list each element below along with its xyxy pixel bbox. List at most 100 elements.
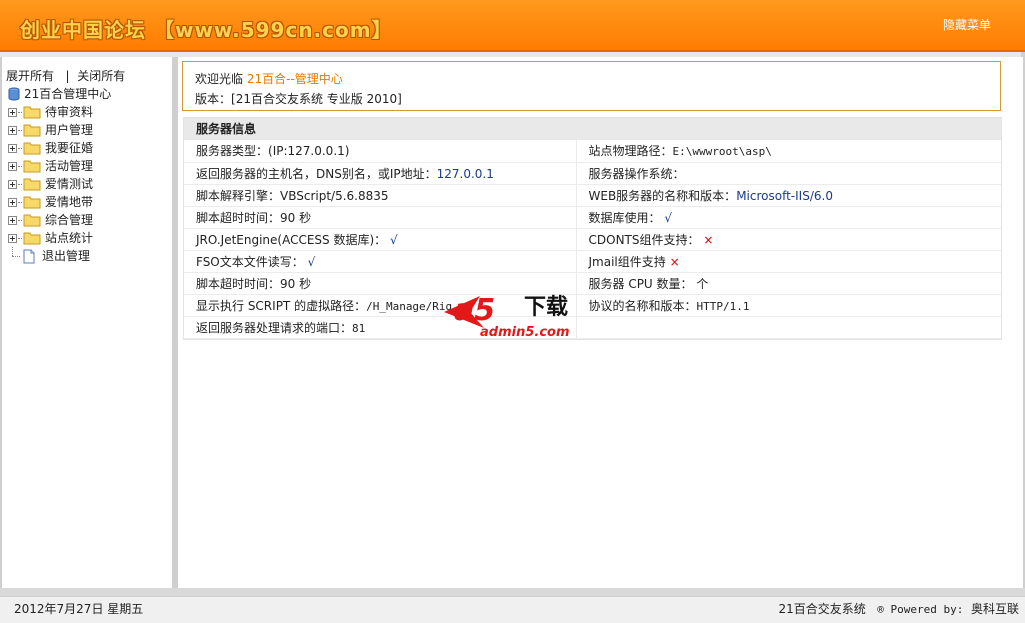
sidebar-item-label: 爱情测试	[45, 177, 94, 191]
expand-plus-icon[interactable]	[8, 107, 17, 117]
watermark-domain: admin5.com	[480, 325, 570, 340]
sidebar-item-label: 退出管理	[42, 249, 91, 263]
table-row: 脚本解释引擎：VBScript/5.6.8835 WEB服务器的名称和版本：Mi…	[184, 184, 1001, 207]
table-row: 脚本超时时间：90 秒 数据库使用： √	[184, 206, 1001, 229]
header-bar: 创业中国论坛 【www.599cn.com】 隐藏菜单	[0, 0, 1025, 52]
sidebar-item-label: 活动管理	[45, 159, 94, 173]
server-info-table: 服务器类型：(IP:127.0.0.1) 站点物理路径：E:\wwwroot\a…	[184, 140, 1001, 339]
table-row: FSO文本文件读写： √ Jmail组件支持 ×	[184, 250, 1001, 273]
folder-icon	[23, 124, 41, 137]
cross-icon: ×	[703, 232, 714, 247]
footer-date: 2012年7月27日 星期五	[14, 602, 144, 616]
footer-powered-by: ® Powered by:	[877, 603, 964, 616]
tree-controls: 展开所有 | 关闭所有	[6, 67, 125, 84]
welcome-greeting: 欢迎光临	[195, 72, 244, 86]
expand-plus-icon[interactable]	[8, 215, 17, 225]
info-cell	[576, 316, 1001, 339]
welcome-line: 欢迎光临 21百合--管理中心	[195, 69, 988, 89]
footer-strip	[0, 588, 1025, 596]
sidebar-item-label: 待审资料	[45, 105, 94, 119]
sidebar-item-love-test[interactable]: 爱情测试	[8, 175, 173, 193]
collapse-all-link[interactable]: 关闭所有	[77, 69, 125, 83]
table-row: 脚本超时时间：90 秒 服务器 CPU 数量： 个	[184, 272, 1001, 295]
check-icon: √	[389, 232, 398, 247]
info-cell: 站点物理路径：E:\wwwroot\asp\	[576, 140, 1001, 163]
tree-root-label: 21百合管理中心	[24, 87, 112, 101]
tree-elbow-line	[8, 247, 22, 265]
sidebar-item-statistics[interactable]: 站点统计	[8, 229, 173, 247]
info-cell: 服务器 CPU 数量： 个	[576, 272, 1001, 295]
folder-icon	[23, 196, 41, 209]
site-logo[interactable]: 创业中国论坛 【www.599cn.com】	[20, 14, 393, 43]
info-cell: FSO文本文件读写： √	[184, 250, 577, 273]
folder-icon	[23, 106, 41, 119]
server-info-title: 服务器信息	[184, 118, 1001, 140]
sidebar-item-marriage[interactable]: 我要征婚	[8, 139, 173, 157]
table-row: 服务器类型：(IP:127.0.0.1) 站点物理路径：E:\wwwroot\a…	[184, 140, 1001, 163]
welcome-site-name: 21百合--管理中心	[246, 72, 343, 86]
info-cell: 脚本解释引擎：VBScript/5.6.8835	[184, 184, 577, 207]
expand-plus-icon[interactable]	[8, 161, 17, 171]
sidebar-item-users[interactable]: 用户管理	[8, 121, 173, 139]
expand-plus-icon[interactable]	[8, 197, 17, 207]
cross-icon: ×	[669, 254, 680, 269]
expand-plus-icon[interactable]	[8, 143, 17, 153]
expand-all-link[interactable]: 展开所有	[6, 69, 54, 83]
info-cell: 返回服务器的主机名，DNS别名，或IP地址：127.0.0.1	[184, 162, 577, 185]
folder-icon	[23, 232, 41, 245]
info-cell: 服务器操作系统：	[576, 162, 1001, 185]
info-cell: JRO.JetEngine(ACCESS 数据库)： √	[184, 228, 577, 251]
nav-tree: 21百合管理中心 待审资料 用户管理 我要征婚 活动管理 爱情测试 爱情地带 综…	[8, 85, 173, 265]
main-content: 欢迎光临 21百合--管理中心 版本：[21百合交友系统 专业版 2010] 服…	[178, 57, 1023, 588]
tree-root[interactable]: 21百合管理中心	[8, 85, 173, 103]
table-row: 返回服务器处理请求的端口：81	[184, 316, 1001, 339]
admin5-watermark: a5 下载 admin5.com	[440, 282, 590, 342]
sidebar-item-label: 综合管理	[45, 213, 94, 227]
database-icon	[8, 87, 20, 101]
table-row: 返回服务器的主机名，DNS别名，或IP地址：127.0.0.1 服务器操作系统：	[184, 162, 1001, 185]
info-cell: 数据库使用： √	[576, 206, 1001, 229]
watermark-a5: a5	[454, 293, 495, 328]
folder-icon	[23, 214, 41, 227]
expand-plus-icon[interactable]	[8, 233, 17, 243]
table-row: 显示执行 SCRIPT 的虚拟路径：/H_Manage/Rig 协议的名称和版本…	[184, 294, 1001, 317]
expand-plus-icon[interactable]	[8, 179, 17, 189]
check-icon: √	[307, 254, 316, 269]
sidebar-item-general[interactable]: 综合管理	[8, 211, 173, 229]
folder-icon	[23, 178, 41, 191]
footer-system-name: 21百合交友系统	[778, 602, 866, 616]
expand-plus-icon[interactable]	[8, 125, 17, 135]
server-info-panel: 服务器信息 服务器类型：(IP:127.0.0.1) 站点物理路径：E:\www…	[183, 117, 1002, 340]
footer-company-link[interactable]: 奥科互联	[971, 602, 1019, 616]
sidebar-item-label: 爱情地带	[45, 195, 94, 209]
info-cell: WEB服务器的名称和版本：Microsoft-IIS/6.0	[576, 184, 1001, 207]
sidebar-item-logout[interactable]: 退出管理	[8, 247, 173, 265]
sidebar-item-activities[interactable]: 活动管理	[8, 157, 173, 175]
folder-icon	[23, 142, 41, 155]
footer-bar: 2012年7月27日 星期五 21百合交友系统 ® Powered by: 奥科…	[0, 596, 1025, 623]
version-label: 版本：	[195, 92, 232, 106]
check-icon: √	[664, 210, 672, 225]
table-row: JRO.JetEngine(ACCESS 数据库)： √ CDONTS组件支持：…	[184, 228, 1001, 251]
sidebar-item-label: 站点统计	[45, 231, 94, 245]
footer-credits: 21百合交友系统 ® Powered by: 奥科互联	[779, 597, 1019, 622]
sidebar-item-label: 用户管理	[45, 123, 94, 137]
page-icon	[23, 249, 35, 263]
version-value: [21百合交友系统 专业版 2010]	[231, 92, 402, 106]
info-cell: Jmail组件支持 ×	[576, 250, 1001, 273]
watermark-download: 下载	[524, 294, 568, 320]
sidebar-item-label: 我要征婚	[45, 141, 94, 155]
sidebar-item-pending[interactable]: 待审资料	[8, 103, 173, 121]
watermark-logo-icon: a5 下载 admin5.com	[444, 293, 570, 340]
info-cell: 脚本超时时间：90 秒	[184, 206, 577, 229]
sidebar: 展开所有 | 关闭所有 21百合管理中心 待审资料 用户管理 我要征婚 活动管理…	[0, 57, 172, 588]
version-line: 版本：[21百合交友系统 专业版 2010]	[195, 89, 988, 109]
folder-icon	[23, 160, 41, 173]
tree-controls-separator: |	[65, 69, 70, 83]
hide-menu-link[interactable]: 隐藏菜单	[943, 16, 991, 33]
info-cell: 协议的名称和版本：HTTP/1.1	[576, 294, 1001, 317]
sidebar-item-love-zone[interactable]: 爱情地带	[8, 193, 173, 211]
info-cell: 服务器类型：(IP:127.0.0.1)	[184, 140, 577, 163]
welcome-box: 欢迎光临 21百合--管理中心 版本：[21百合交友系统 专业版 2010]	[182, 61, 1001, 111]
info-cell: CDONTS组件支持： ×	[576, 228, 1001, 251]
